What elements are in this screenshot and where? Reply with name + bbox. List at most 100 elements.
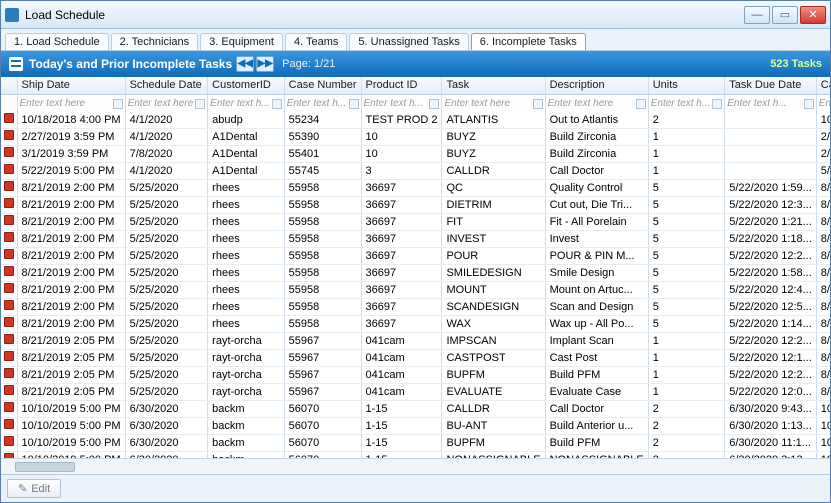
cell: 5/25/2020 (125, 315, 208, 332)
tab-4[interactable]: 5. Unassigned Tasks (349, 33, 468, 50)
filter-cell[interactable]: Enter text here (125, 95, 208, 112)
tab-3[interactable]: 4. Teams (285, 33, 347, 50)
filter-icon[interactable] (272, 99, 282, 109)
scrollbar-thumb[interactable] (15, 462, 75, 472)
cell: 2 (648, 417, 724, 434)
cell: 5/25/2020 (125, 383, 208, 400)
column-header[interactable]: Description (545, 77, 648, 94)
cell: 8/21/2019 2:00 PM (17, 247, 125, 264)
table-row[interactable]: 8/21/2019 2:05 PM5/25/2020rayt-orcha5596… (1, 366, 830, 383)
cell: rhees (208, 179, 284, 196)
cell: 5 (648, 230, 724, 247)
filter-cell[interactable]: Enter text here (442, 95, 545, 112)
table-row[interactable]: 10/10/2019 5:00 PM6/30/2020backm560701-1… (1, 417, 830, 434)
table-row[interactable]: 8/21/2019 2:00 PM5/25/2020rhees559583669… (1, 196, 830, 213)
table-row[interactable]: 8/21/2019 2:00 PM5/25/2020rhees559583669… (1, 264, 830, 281)
cell: 55234 (284, 111, 361, 128)
table-row[interactable]: 8/21/2019 2:00 PM5/25/2020rhees559583669… (1, 213, 830, 230)
filter-icon[interactable] (113, 99, 123, 109)
filter-icon[interactable] (195, 99, 205, 109)
filter-cell[interactable]: Enter text h... (208, 95, 284, 112)
filter-cell[interactable]: Enter text h... (284, 95, 361, 112)
cell: 36697 (361, 213, 442, 230)
table-row[interactable]: 10/18/2018 4:00 PM4/1/2020abudp55234TEST… (1, 111, 830, 128)
table-row[interactable]: 10/10/2019 5:00 PM6/30/2020backm560701-1… (1, 451, 830, 458)
table-row[interactable]: 8/21/2019 2:05 PM5/25/2020rayt-orcha5596… (1, 349, 830, 366)
table-row[interactable]: 10/10/2019 5:00 PM6/30/2020backm560701-1… (1, 434, 830, 451)
table-row[interactable]: 8/21/2019 2:00 PM5/25/2020rhees559583669… (1, 179, 830, 196)
filter-icon[interactable] (533, 99, 543, 109)
column-header[interactable]: Case Date In (816, 77, 830, 94)
table-row[interactable]: 8/21/2019 2:00 PM5/25/2020rhees559583669… (1, 247, 830, 264)
tab-2[interactable]: 3. Equipment (200, 33, 283, 50)
page-next-button[interactable]: ▶▶ (256, 56, 274, 72)
column-header[interactable] (1, 77, 17, 94)
maximize-button[interactable]: ▭ (772, 6, 798, 24)
cell: 5/25/2020 (125, 332, 208, 349)
cell: 5/22/2019 5:00 PM (17, 162, 125, 179)
filter-cell[interactable]: Enter text h... (725, 95, 817, 112)
filter-cell[interactable]: Enter text h... (648, 95, 724, 112)
column-header[interactable]: Task (442, 77, 545, 94)
table-row[interactable]: 8/21/2019 2:00 PM5/25/2020rhees559583669… (1, 230, 830, 247)
filter-cell[interactable]: Enter text h... (361, 95, 442, 112)
close-button[interactable]: ✕ (800, 6, 826, 24)
filter-cell[interactable]: Enter text here (17, 95, 125, 112)
column-header[interactable]: Case Number (284, 77, 361, 94)
cell: rhees (208, 264, 284, 281)
table-row[interactable]: 3/1/2019 3:59 PM7/8/2020A1Dental5540110B… (1, 145, 830, 162)
cell: 8/20/2019 7:03... (816, 349, 830, 366)
filter-icon[interactable] (349, 99, 359, 109)
horizontal-scrollbar[interactable] (1, 458, 830, 474)
table-row[interactable]: 8/21/2019 2:00 PM5/25/2020rhees559583669… (1, 315, 830, 332)
table-row[interactable]: 10/10/2019 5:00 PM6/30/2020backm560701-1… (1, 400, 830, 417)
column-header[interactable]: Product ID (361, 77, 442, 94)
cell: 8/20/2019 12:0... (816, 213, 830, 230)
column-header[interactable]: Schedule Date (125, 77, 208, 94)
cell: 10/7/2019 5:15... (816, 434, 830, 451)
cell: 5/25/2020 (125, 366, 208, 383)
cell: CALLDR (442, 400, 545, 417)
table-row[interactable]: 8/21/2019 2:05 PM5/25/2020rayt-orcha5596… (1, 332, 830, 349)
table-row[interactable]: 8/21/2019 2:00 PM5/25/2020rhees559583669… (1, 281, 830, 298)
cell: 5/25/2020 (125, 179, 208, 196)
filter-icon[interactable] (636, 99, 646, 109)
table-row[interactable]: 8/21/2019 2:00 PM5/25/2020rhees559583669… (1, 298, 830, 315)
table-row[interactable]: 2/27/2019 3:59 PM4/1/2020A1Dental5539010… (1, 128, 830, 145)
cell: 2 (648, 400, 724, 417)
footer: ✎ Edit (1, 474, 830, 502)
filter-cell[interactable]: Enter text h... (816, 95, 830, 112)
cell (725, 162, 817, 179)
status-icon (4, 300, 14, 310)
cell: rayt-orcha (208, 383, 284, 400)
cell: 5 (648, 281, 724, 298)
tab-5[interactable]: 6. Incomplete Tasks (471, 33, 586, 50)
cell: Smile Design (545, 264, 648, 281)
cell: 8/21/2019 2:00 PM (17, 298, 125, 315)
minimize-button[interactable]: — (744, 6, 770, 24)
column-header[interactable]: CustomerID (208, 77, 284, 94)
cell: 55958 (284, 196, 361, 213)
column-header[interactable]: Ship Date (17, 77, 125, 94)
cell: 5/25/2020 (125, 213, 208, 230)
filter-cell[interactable] (1, 95, 17, 112)
row-marker (1, 315, 17, 332)
tab-1[interactable]: 2. Technicians (111, 33, 199, 50)
column-header[interactable]: Task Due Date (725, 77, 817, 94)
cell: BUYZ (442, 128, 545, 145)
filter-icon[interactable] (429, 99, 439, 109)
table-row[interactable]: 5/22/2019 5:00 PM4/1/2020A1Dental557453C… (1, 162, 830, 179)
status-icon (4, 334, 14, 344)
page-prev-button[interactable]: ◀◀ (236, 56, 254, 72)
edit-button[interactable]: ✎ Edit (7, 479, 61, 498)
filter-icon[interactable] (804, 99, 814, 109)
filter-cell[interactable]: Enter text here (545, 95, 648, 112)
tab-0[interactable]: 1. Load Schedule (5, 33, 109, 50)
cell: 4/1/2020 (125, 128, 208, 145)
row-marker (1, 128, 17, 145)
table-row[interactable]: 8/21/2019 2:05 PM5/25/2020rayt-orcha5596… (1, 383, 830, 400)
column-header[interactable]: Units (648, 77, 724, 94)
filter-icon[interactable] (712, 99, 722, 109)
cell: A1Dental (208, 162, 284, 179)
cell: SCANDESIGN (442, 298, 545, 315)
